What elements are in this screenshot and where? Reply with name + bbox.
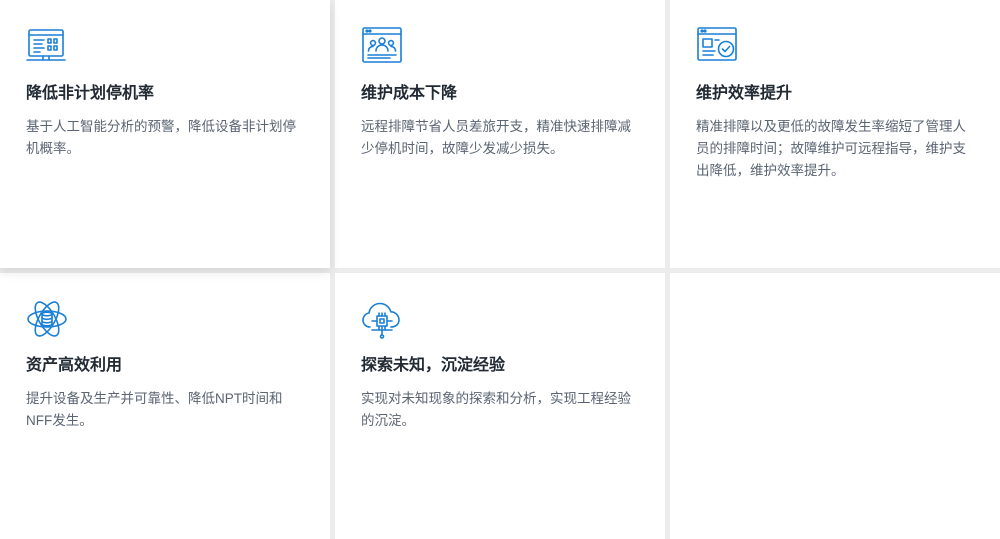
team-window-icon [360,24,404,68]
benefit-card-downtime: 降低非计划停机率 基于人工智能分析的预警，降低设备非计划停机概率。 [0,0,330,268]
card-title: 降低非计划停机率 [26,85,155,102]
card-title: 探索未知，沉淀经验 [361,357,506,374]
empty-card [670,273,1000,539]
card-description: 实现对未知现象的探索和分析，实现工程经验的沉淀。 [361,391,631,428]
card-description: 基于人工智能分析的预警，降低设备非计划停机概率。 [26,119,296,156]
card-description: 精准排障以及更低的故障发生率缩短了管理人员的排障时间；故障维护可远程指导，维护支… [696,119,966,178]
card-title: 维护成本下降 [361,85,458,102]
card-title: 资产高效利用 [26,357,123,374]
checklist-window-icon [695,24,739,68]
card-title: 维护效率提升 [696,85,793,102]
card-description: 提升设备及生产并可靠性、降低NPT时间和NFF发生。 [26,391,283,428]
benefits-grid: 降低非计划停机率 基于人工智能分析的预警，降低设备非计划停机概率。 维护成本下降… [0,0,1000,539]
benefit-card-cost: 维护成本下降 远程排障节省人员差旅开支，精准快速排障减少停机时间，故障少发减少损… [335,0,665,268]
benefit-card-asset: 资产高效利用 提升设备及生产并可靠性、降低NPT时间和NFF发生。 [0,273,330,539]
benefit-card-efficiency: 维护效率提升 精准排障以及更低的故障发生率缩短了管理人员的排障时间；故障维护可远… [670,0,1000,268]
cloud-chip-icon [360,297,404,341]
dashboard-monitor-icon [25,24,69,68]
atom-database-icon [25,297,69,341]
card-description: 远程排障节省人员差旅开支，精准快速排障减少停机时间，故障少发减少损失。 [361,119,631,156]
benefit-card-explore: 探索未知，沉淀经验 实现对未知现象的探索和分析，实现工程经验的沉淀。 [335,273,665,539]
